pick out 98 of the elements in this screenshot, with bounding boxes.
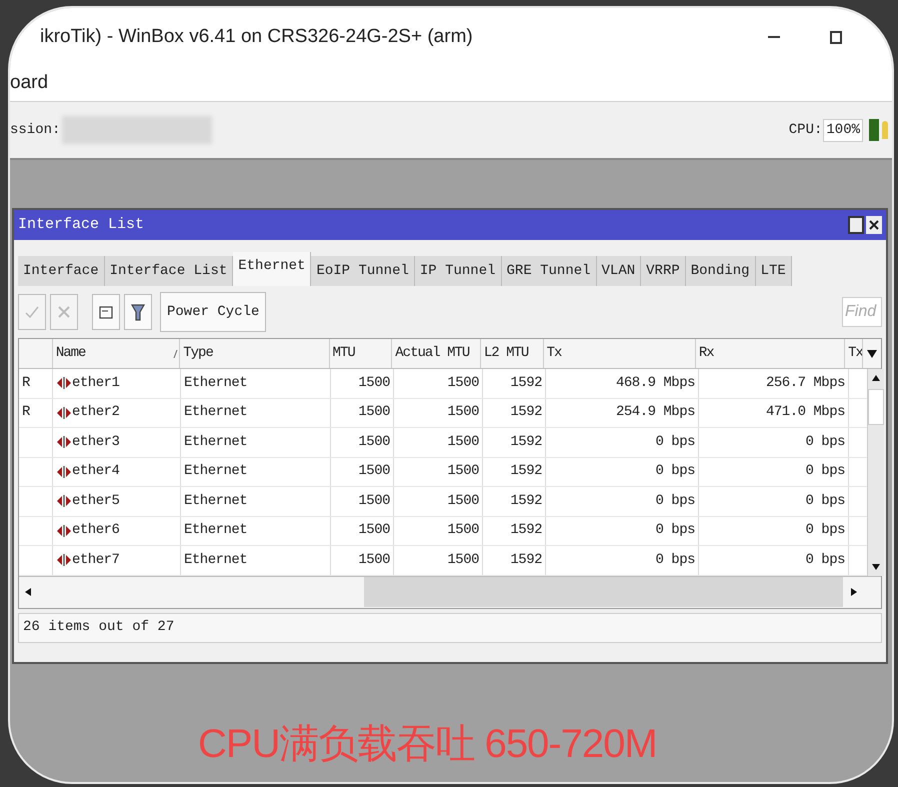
window-title: ikroTik) - WinBox v6.41 on CRS326-24G-2S+ (arm) — [40, 24, 473, 49]
toolbar-button[interactable] — [92, 294, 120, 330]
table-cell-text: ether2 — [72, 403, 120, 422]
tab[interactable]: EoIP Tunnel — [311, 256, 415, 286]
caption-text: CPU满负载吞吐 650-720M — [198, 721, 657, 768]
ethernet-port-icon — [56, 524, 72, 538]
horizontal-scrollbar[interactable] — [19, 576, 881, 608]
column-header[interactable]: Rx — [698, 343, 714, 364]
table-cell-text: Ethernet — [184, 462, 248, 482]
table-cell-text: ether6 — [72, 521, 120, 540]
menu-item[interactable]: oard — [10, 69, 48, 98]
vertical-scrollbar[interactable] — [867, 369, 884, 576]
tab[interactable]: Interface — [18, 256, 105, 286]
column-header[interactable]: Tx — [546, 343, 562, 364]
table-cell-text: 1500 — [358, 403, 390, 422]
table-cell-text: ether4 — [72, 462, 120, 482]
table-cell-text: 256.7 Mbps — [766, 374, 845, 393]
table-cell-text: ether3 — [72, 432, 120, 452]
column-menu-arrow-icon[interactable] — [867, 350, 878, 358]
tab[interactable]: Interface List — [104, 256, 234, 286]
filter-icon — [128, 302, 148, 322]
table-cell-text: 1592 — [510, 374, 542, 393]
ethernet-port-icon — [56, 464, 72, 479]
table-cell-text: 0 bps — [655, 492, 695, 511]
table-cell-text: 1500 — [447, 432, 479, 452]
table-cell-text: 0 bps — [655, 550, 695, 570]
table-cell-text: 1500 — [447, 521, 479, 540]
close-button[interactable] — [866, 216, 882, 234]
table-cell-text: 0 bps — [805, 492, 845, 511]
table-cell-text: 0 bps — [805, 521, 845, 540]
ethernet-port-icon — [56, 406, 72, 420]
table-cell-text: ether7 — [72, 550, 120, 570]
column-header[interactable]: L2 MTU — [484, 343, 528, 364]
table-cell-text: ether5 — [72, 492, 120, 511]
maximize-button[interactable] — [830, 30, 842, 44]
ethernet-port-icon — [56, 435, 72, 450]
session-label: ssion: — [10, 120, 60, 140]
cpu-label: CPU: — [788, 120, 822, 140]
tab[interactable]: VRRP — [641, 256, 686, 286]
table-cell-text: 468.9 Mbps — [616, 374, 695, 393]
table-cell-text: 0 bps — [655, 462, 695, 482]
cpu-load-field: 100% — [823, 118, 863, 142]
table-cell-text: 1592 — [510, 403, 542, 422]
find-field[interactable]: Find — [842, 297, 882, 327]
table-cell-text: ether1 — [72, 374, 120, 393]
toolbar-button[interactable] — [124, 294, 152, 330]
table-cell-text: 1592 — [510, 432, 542, 452]
column-header[interactable]: MTU — [332, 343, 355, 364]
scrollbar-thumb[interactable] — [868, 389, 884, 425]
table-cell-text: Ethernet — [184, 374, 248, 393]
tab[interactable]: IP Tunnel — [414, 256, 502, 286]
table-cell-text: 1500 — [447, 550, 479, 570]
scrollbar-thumb[interactable] — [364, 577, 843, 607]
table-cell-text: 0 bps — [805, 432, 845, 452]
column-header[interactable]: Name — [56, 343, 86, 364]
table-cell-text: 1500 — [447, 492, 479, 511]
table-cell-text: 1500 — [358, 492, 390, 511]
table-cell-text: 1592 — [510, 462, 542, 482]
table-cell-text: 1592 — [510, 550, 542, 570]
status-text: 26 items out of 27 — [23, 618, 174, 637]
tab[interactable]: Bonding — [686, 256, 756, 286]
tab[interactable]: LTE — [756, 256, 792, 286]
maximize-button[interactable] — [848, 216, 864, 234]
tab[interactable]: GRE Tunnel — [502, 256, 597, 286]
column-header[interactable]: Type — [183, 343, 213, 364]
table-cell-text: 1500 — [447, 462, 479, 482]
window-title: Interface List — [18, 214, 144, 235]
table-cell-text: 1592 — [510, 492, 542, 511]
tab[interactable]: Ethernet — [233, 252, 312, 286]
table-cell-text: 0 bps — [805, 462, 845, 482]
table-cell-text: 1500 — [447, 403, 479, 422]
ethernet-port-icon — [56, 376, 72, 390]
ethernet-port-icon — [56, 553, 72, 568]
column-header[interactable]: Actual MTU — [395, 343, 470, 364]
ethernet-port-icon — [56, 494, 72, 508]
tab[interactable]: VLAN — [596, 256, 642, 286]
power-cycle-button[interactable]: Power Cycle — [160, 292, 266, 332]
table-cell-text: 0 bps — [805, 550, 845, 570]
table-cell-text: 1500 — [358, 432, 390, 452]
table-cell-text: Ethernet — [184, 550, 248, 570]
table-cell-text: Ethernet — [184, 521, 248, 540]
table-cell-text: 471.0 Mbps — [766, 403, 845, 422]
flag-cell-text: R — [22, 374, 30, 393]
table-cell-text: Ethernet — [184, 403, 248, 422]
flag-cell-text: R — [22, 403, 30, 422]
table-cell-text: 1500 — [358, 521, 390, 540]
table-cell-text: Ethernet — [184, 492, 248, 511]
table-cell-text: 0 bps — [655, 432, 695, 452]
cpu-meter-icon — [869, 119, 879, 141]
column-header[interactable]: Tx — [848, 343, 862, 364]
table-cell-text: 1500 — [358, 462, 390, 482]
table-cell-text: 0 bps — [655, 521, 695, 540]
table-cell-text: 1592 — [510, 521, 542, 540]
table-cell-text: 1500 — [447, 374, 479, 393]
table-cell-text: 1500 — [358, 550, 390, 570]
table-cell-text: Ethernet — [184, 432, 248, 452]
table-cell-text: 1500 — [358, 374, 390, 393]
table-cell-text: 254.9 Mbps — [616, 403, 695, 422]
